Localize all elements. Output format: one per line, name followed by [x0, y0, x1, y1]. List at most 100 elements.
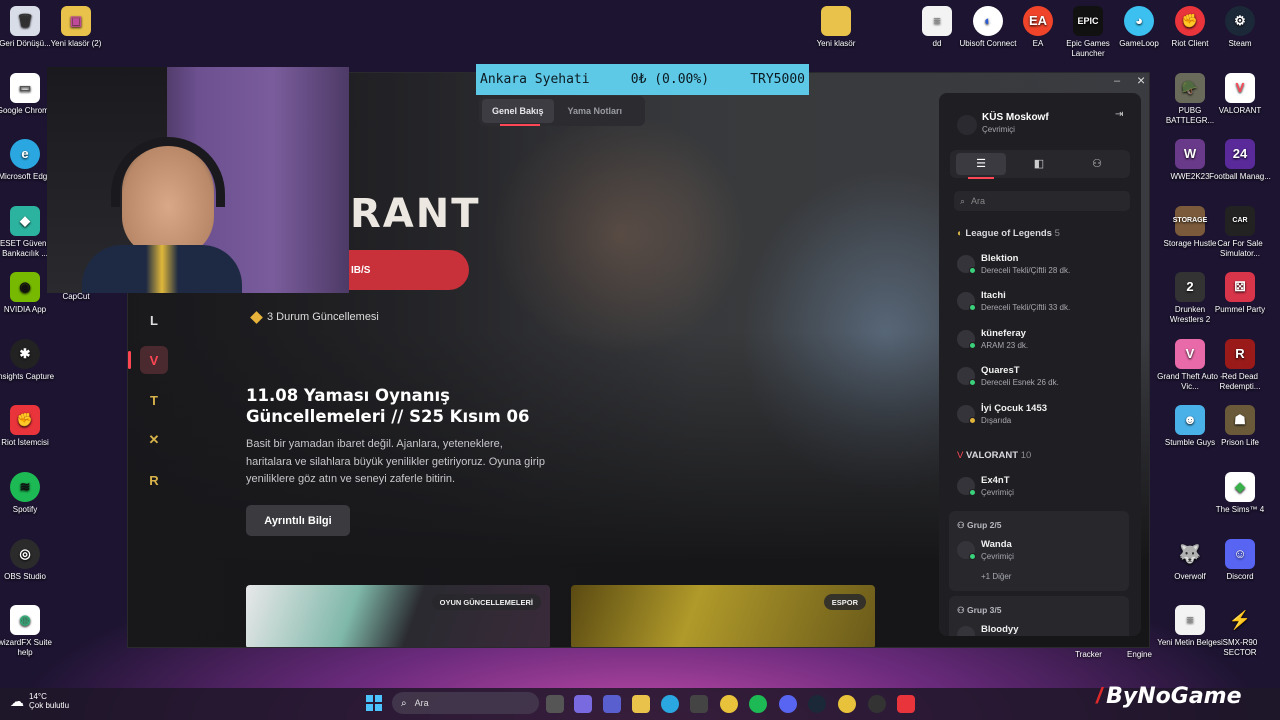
streamer-hoodie [82, 245, 242, 293]
active-tab-underline [500, 124, 540, 126]
weather-temp: 14°C [29, 692, 47, 701]
collapse-panel-icon[interactable]: ⇥ [1115, 109, 1123, 120]
group-member-row[interactable]: Wanda Çevrimiçi [957, 539, 1137, 561]
start-button-icon[interactable] [366, 695, 382, 711]
peek-label: Tracker [1075, 650, 1102, 659]
more-members-link[interactable]: +1 Diğer [981, 572, 1011, 581]
friend-search-box[interactable]: ⌕ Ara [954, 191, 1130, 211]
webcam-overlay [47, 67, 349, 293]
user-name: KÜS Moskowf [982, 112, 1049, 123]
bynogame-logo-icon: / [1096, 683, 1103, 708]
status-dot-away [969, 417, 976, 424]
group-title: ⚇ Grup 3/5 [957, 605, 1002, 615]
ticker-price: TRY5000 [750, 72, 805, 87]
stock-ticker-overlay: Ankara Syehati 0₺ (0.00%) TRY5000 [476, 64, 809, 95]
wizardfx-help-icon[interactable]: ◍ wizardFX Suite help [0, 605, 58, 658]
pummel-party-icon[interactable]: ⚄ Pummel Party [1207, 272, 1273, 315]
weather-widget[interactable]: ☁ 14°C Çok bulutlu [10, 692, 69, 710]
new-folder-2-icon[interactable]: ▣ Yeni klasör (2) [43, 6, 109, 49]
riot-client-left-icon[interactable]: ✊ Riot İstemcisi [0, 405, 58, 448]
news-tabs: Genel Bakış Yama Notları [479, 96, 645, 126]
file-explorer-icon[interactable] [632, 695, 650, 713]
ticker-change: 0₺ (0.00%) [630, 72, 710, 87]
spotify-icon[interactable]: ≋ Spotify [0, 472, 58, 515]
prison-life-icon[interactable]: ☗ Prison Life [1207, 405, 1273, 448]
car-for-sale-icon[interactable]: CAR Car For Sale Simulator... [1207, 206, 1273, 259]
capcut-icon[interactable]: CapCut [43, 292, 109, 302]
tab-overview[interactable]: Genel Bakış [482, 99, 554, 123]
chrome-2-taskbar-icon[interactable] [838, 695, 856, 713]
new-folder-icon[interactable]: Yeni klasör [803, 6, 869, 49]
group-icon: ⚇ [957, 605, 967, 615]
social-panel: KÜS Moskowf Çevrimiçi ⇥ ☰ ◧ ⚇ ⌕ Ara ◐ Le… [939, 93, 1141, 636]
valorant-section-header[interactable]: V VALORANT 10 [957, 450, 1031, 461]
news-headline: 11.08 Yaması Oynanış Güncellemeleri // S… [246, 386, 530, 426]
the-sims-4-icon[interactable]: ◆ The Sims™ 4 [1207, 472, 1273, 515]
status-updates-link[interactable]: 3 Durum Güncellemesi [250, 310, 379, 324]
search-placeholder: Ara [971, 196, 986, 206]
group-member-row[interactable]: Bloodyy [957, 624, 1137, 636]
discord-icon[interactable]: ☺ Discord [1207, 539, 1273, 582]
steam-icon[interactable]: ⚙ Steam [1207, 6, 1273, 49]
party-tab-icon[interactable]: ◧ [1014, 153, 1064, 175]
news-card-game-updates[interactable]: OYUN GÜNCELLEMELERİ [246, 585, 550, 647]
status-dot [969, 267, 976, 274]
status-dot [969, 489, 976, 496]
tab-patch-notes[interactable]: Yama Notları [558, 99, 633, 123]
riot-taskbar-icon[interactable] [897, 695, 915, 713]
news-card-esports[interactable]: ESPOR [571, 585, 875, 647]
2xko-game-icon[interactable]: ✕ [140, 426, 168, 454]
warning-diamond-icon [250, 310, 263, 324]
runeterra-game-icon[interactable]: R [140, 466, 168, 494]
red-dead-icon[interactable]: R Red Dead Redempti... [1207, 339, 1273, 392]
status-dot [969, 342, 976, 349]
card-badge: OYUN GÜNCELLEMELERİ [431, 594, 541, 610]
store-icon[interactable] [690, 695, 708, 713]
minimize-button[interactable]: – [1114, 75, 1120, 87]
lol-game-icon[interactable]: L [140, 306, 168, 334]
taskbar-search[interactable]: ⌕ Ara [392, 692, 539, 714]
valorant-logo-fragment: RANT [350, 191, 481, 237]
smx-r90-sector-icon[interactable]: ⚡ SMX-R90 SECTOR [1207, 605, 1273, 658]
party-group-card: ⚇ Grup 3/5 Bloodyy [949, 596, 1129, 636]
valorant-game-icon[interactable]: V [140, 346, 168, 374]
active-tab-underline [968, 177, 994, 179]
bynogame-watermark: / ByNoGame [1096, 683, 1242, 709]
steam-taskbar-icon[interactable] [808, 695, 826, 713]
status-dot [969, 553, 976, 560]
panel-tabs: ☰ ◧ ⚇ [950, 150, 1130, 179]
insights-capture-icon[interactable]: ✱ Insights Capture [0, 339, 58, 382]
friend-row[interactable]: QuaresT Dereceli Esnek 26 dk. [957, 365, 1137, 387]
card-badge: ESPOR [823, 594, 866, 610]
group-title: ⚇ Grup 2/5 [957, 520, 1002, 530]
more-info-button[interactable]: Ayrıntılı Bilgi [246, 505, 350, 536]
edge-taskbar-icon[interactable] [661, 695, 679, 713]
friend-row[interactable]: Itachi Dereceli Tekli/Çiftli 33 dk. [957, 290, 1137, 312]
friend-row[interactable]: İyi Çocuk 1453 Dışarıda [957, 403, 1137, 425]
obs-studio-icon[interactable]: ◎ OBS Studio [0, 539, 58, 582]
weather-cloud-icon: ☁ [10, 692, 24, 709]
football-manager-icon[interactable]: 24 Football Manag... [1207, 139, 1273, 182]
add-friend-tab-icon[interactable]: ⚇ [1072, 153, 1122, 175]
lol-section-header[interactable]: ◐ League of Legends 5 [957, 228, 1060, 239]
task-view-icon[interactable] [546, 695, 564, 713]
obs-taskbar-icon[interactable] [868, 695, 886, 713]
party-group-card: ⚇ Grup 2/5 Wanda Çevrimiçi +1 Diğer [949, 511, 1129, 591]
user-avatar [957, 115, 977, 135]
friends-list-tab-icon[interactable]: ☰ [956, 153, 1006, 175]
tft-game-icon[interactable]: T [140, 386, 168, 414]
copilot-icon[interactable] [574, 695, 592, 713]
chrome-taskbar-icon[interactable] [720, 695, 738, 713]
valorant-desktop-icon[interactable]: V VALORANT [1207, 73, 1273, 116]
teams-icon[interactable] [603, 695, 621, 713]
friend-row[interactable]: küneferay ARAM 23 dk. [957, 328, 1137, 350]
discord-taskbar-icon[interactable] [779, 695, 797, 713]
friend-row[interactable]: Ex4nT Çevrimiçi [957, 475, 1137, 497]
friend-row[interactable]: Blektion Dereceli Tekli/Çiftli 28 dk. [957, 253, 1137, 275]
valorant-section-icon: V [957, 450, 966, 461]
weather-desc: Çok bulutlu [29, 701, 70, 710]
user-status: Çevrimiçi [982, 125, 1015, 134]
close-window-button[interactable]: × [1137, 73, 1145, 88]
search-icon: ⌕ [401, 697, 407, 709]
spotify-taskbar-icon[interactable] [749, 695, 767, 713]
